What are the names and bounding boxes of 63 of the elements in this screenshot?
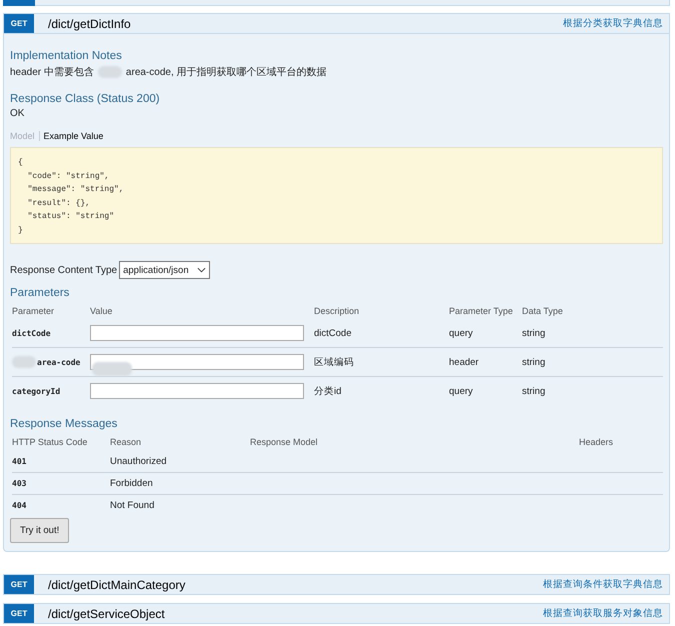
table-cell-text: query bbox=[449, 328, 474, 338]
code-line: "message": "string", bbox=[26, 184, 125, 196]
operation-bar[interactable]: GET /dict/getServiceObject 根据查询获取服务对象信息 bbox=[3, 603, 670, 624]
caret-icon bbox=[196, 267, 206, 273]
code-line: "code": "string", bbox=[26, 170, 110, 182]
model-tab[interactable]: Example Value bbox=[40, 131, 108, 141]
parameter-name: dictCode bbox=[12, 328, 51, 338]
table-cell-text: string bbox=[522, 386, 546, 396]
method-badge: GET bbox=[4, 14, 34, 33]
table-cell-text: Not Found bbox=[110, 500, 156, 511]
table-cell-text: string bbox=[522, 356, 546, 368]
operation-bar[interactable] bbox=[35, 0, 670, 6]
table-cell-text: 404 bbox=[12, 501, 28, 510]
operation-bar[interactable]: GET /dict/getDictMainCategory 根据查询条件获取字典信息 bbox=[3, 574, 670, 595]
table-cell-text: string bbox=[522, 328, 546, 338]
column-header: Reason bbox=[110, 437, 142, 447]
code-line: "status": "string" bbox=[26, 211, 116, 223]
table-cell-text: query bbox=[449, 386, 474, 396]
note-text: area-code, 用于指明获取哪个区域平台的数据 bbox=[126, 66, 327, 79]
method-badge: GET bbox=[4, 604, 34, 623]
section-heading: Response Messages bbox=[10, 418, 118, 430]
column-header: Parameter bbox=[12, 306, 56, 316]
parameter-name: area-code bbox=[37, 358, 80, 366]
table-cell-text: header bbox=[449, 356, 480, 368]
column-header: Data Type bbox=[522, 306, 564, 316]
endpoint-path[interactable]: /dict/getDictInfo bbox=[48, 16, 563, 30]
endpoint-summary[interactable]: 根据查询获取服务对象信息 bbox=[543, 607, 669, 620]
try-it-out-button[interactable]: Try it out! bbox=[10, 518, 70, 543]
column-header: Parameter Type bbox=[449, 306, 514, 316]
table-cell-text: 分类id bbox=[314, 384, 342, 398]
code-line: } bbox=[18, 224, 24, 236]
input-field[interactable] bbox=[90, 383, 304, 399]
redaction-blur bbox=[92, 362, 132, 376]
table-cell-text: Unauthorized bbox=[110, 456, 168, 467]
table-cell-text: 401 bbox=[12, 457, 28, 466]
method-badge: GET bbox=[4, 575, 34, 594]
table-cell-text: Forbidden bbox=[110, 478, 154, 489]
operation-bar[interactable]: GET /dict/getDictInfo 根据分类获取字典信息 bbox=[3, 13, 670, 34]
table-cell-text: dictCode bbox=[314, 328, 352, 338]
field-label: Response Content Type bbox=[10, 264, 118, 276]
content-type-select[interactable]: application/json bbox=[119, 261, 210, 279]
method-badge bbox=[3, 0, 35, 6]
column-header: Value bbox=[90, 306, 114, 316]
section-heading: Response Class (Status 200) bbox=[10, 93, 161, 105]
section-heading: Implementation Notes bbox=[10, 50, 123, 62]
table-cell-text: 403 bbox=[12, 479, 28, 488]
code-line: { bbox=[18, 157, 24, 169]
endpoint-summary[interactable]: 根据查询条件获取字典信息 bbox=[543, 578, 669, 591]
column-header: Response Model bbox=[250, 437, 319, 447]
parameter-name: categoryId bbox=[12, 386, 60, 396]
endpoint-path[interactable]: /dict/getDictMainCategory bbox=[48, 578, 543, 592]
endpoint-path[interactable]: /dict/getServiceObject bbox=[48, 606, 543, 620]
column-header: Description bbox=[314, 306, 360, 316]
note-text: header 中需要包含 bbox=[10, 66, 94, 79]
status-text: OK bbox=[10, 108, 26, 119]
input-field[interactable] bbox=[90, 354, 304, 370]
column-header: Headers bbox=[579, 437, 614, 447]
table-cell-text: 区域编码 bbox=[314, 356, 355, 368]
endpoint-summary[interactable]: 根据分类获取字典信息 bbox=[563, 17, 669, 30]
section-heading: Parameters bbox=[10, 287, 70, 299]
input-field[interactable] bbox=[90, 325, 304, 341]
column-header: HTTP Status Code bbox=[12, 437, 88, 447]
code-line: "result": {}, bbox=[26, 198, 92, 210]
